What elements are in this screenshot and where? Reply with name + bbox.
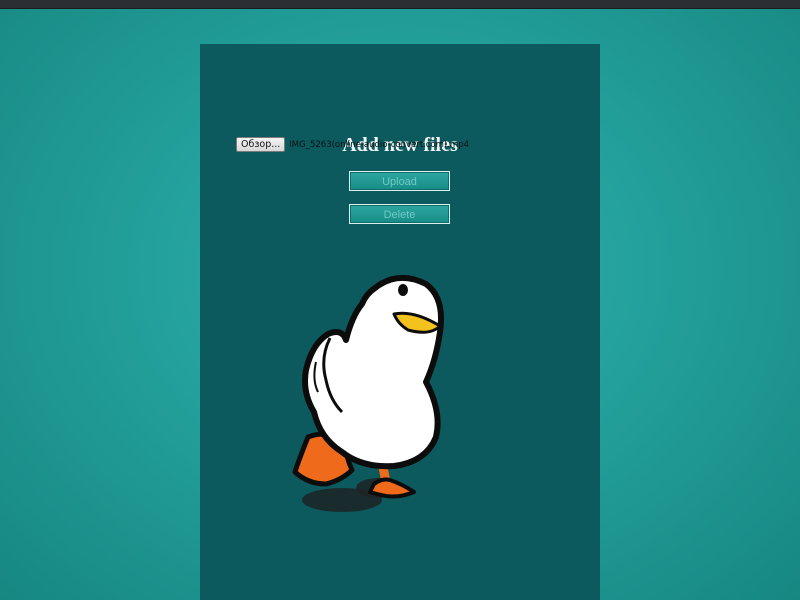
upload-panel: Add new files Обзор... IMG_5263(online-a…: [200, 44, 600, 600]
selected-file-name: IMG_5263(online-audio-convert.com).mp4: [289, 139, 470, 150]
duck-eye: [398, 284, 408, 296]
window-top-strip: [0, 0, 800, 9]
delete-button[interactable]: Delete: [349, 204, 450, 224]
duck-foot-right: [368, 477, 416, 499]
upload-button[interactable]: Upload: [349, 171, 450, 191]
browse-button[interactable]: Обзор...: [236, 137, 286, 152]
file-input[interactable]: Обзор... IMG_5263(online-audio-convert.c…: [236, 137, 469, 152]
duck-illustration: [292, 275, 444, 512]
